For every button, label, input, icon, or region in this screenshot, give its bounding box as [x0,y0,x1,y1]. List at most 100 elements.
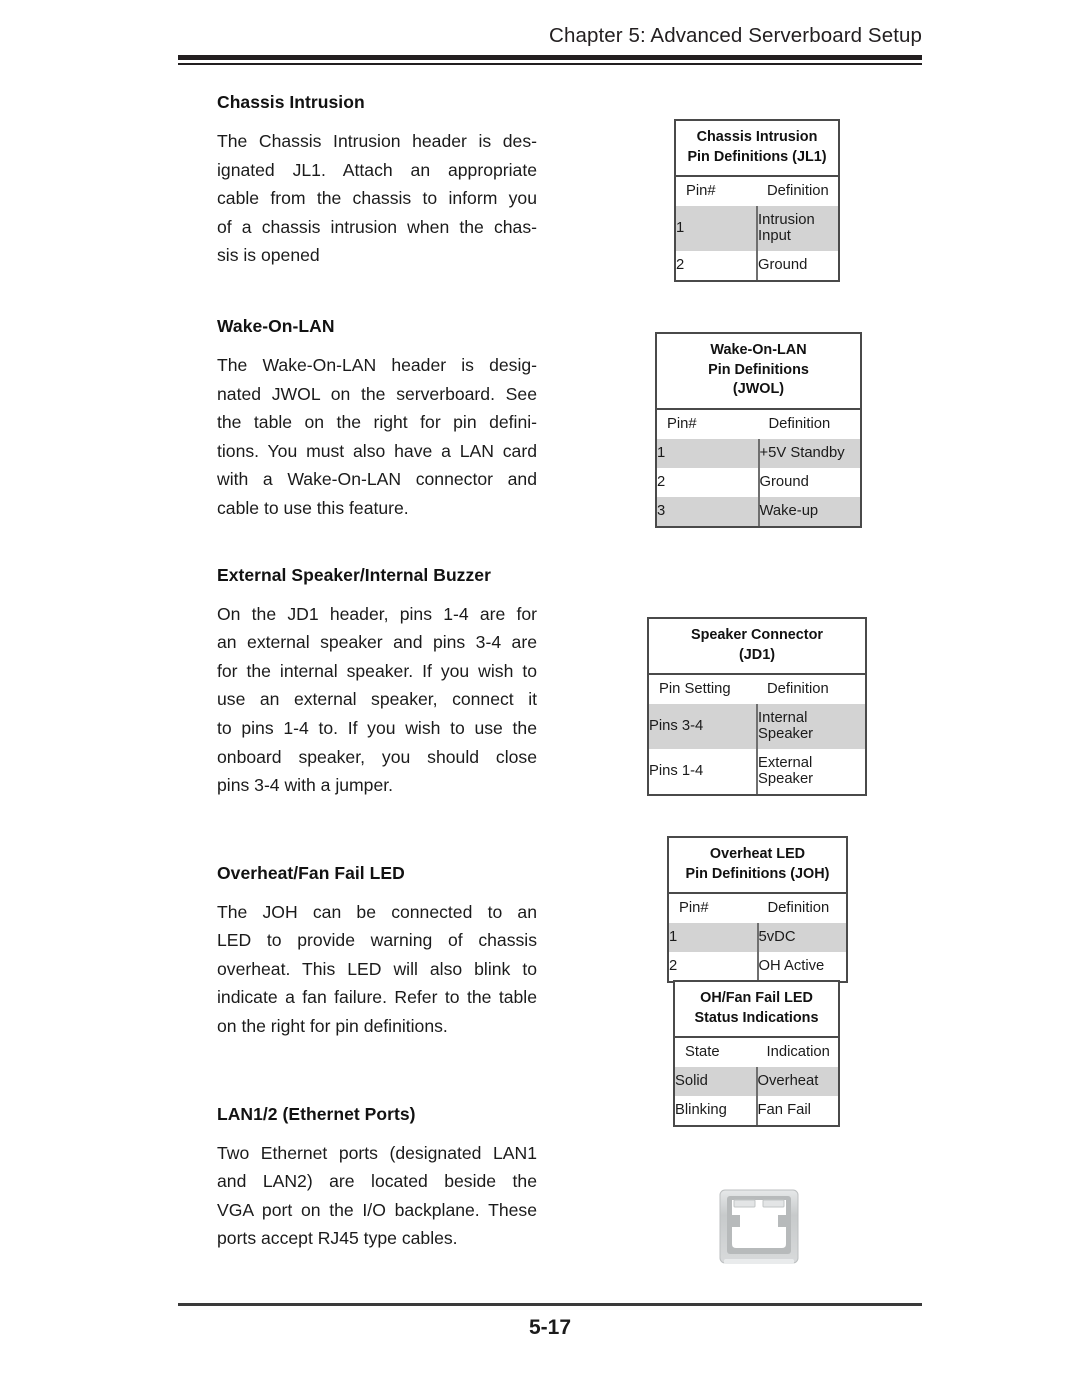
table-caption-row: Chassis Intrusion Pin Definitions (JL1) [676,121,838,177]
table-caption-row: Speaker Connector (JD1) [649,619,865,675]
text-line: cable to use this feature. [217,497,409,518]
text-line: Two Ethernet ports (designated LAN1 [217,1142,537,1163]
section-heading: External Speaker/Internal Buzzer [217,564,491,585]
text-line: an external speaker and pins 3-4 are [217,632,537,653]
header-rule-thin [178,63,922,65]
text-line: indicate a fan failure. Refer to the tab… [217,987,537,1008]
table-cell-definition: OH Active [756,952,846,981]
table-row: 1 5vDC [669,923,846,952]
text-line: to pins 1-4 to. If you wish to use the [217,717,537,738]
column-header: State [685,1044,720,1060]
column-header: Definition [767,681,829,697]
text-line: tions. You must also have a LAN card [217,440,537,461]
section-wake-on-lan: Wake-On-LAN The Wake-On-LAN header is de… [217,316,537,523]
section-paragraph: Two Ethernet ports (designated LAN1 and … [217,1139,537,1253]
table-row: 2 OH Active [669,952,846,981]
table-speaker-connector: Speaker Connector (JD1) Pin Setting Defi… [647,617,867,796]
table-caption-line: Wake-On-LAN [710,342,807,358]
column-header: Definition [767,900,830,916]
table-caption-row: Overheat LED Pin Definitions (JOH) [669,838,846,894]
table-cell-pin: 2 [669,958,678,974]
table-row: Solid Overheat [675,1067,838,1096]
text-line: onboard speaker, you should close [217,746,537,767]
text-line: ports accept RJ45 type cables. [217,1228,458,1249]
table-overheat-led: Overheat LED Pin Definitions (JOH) Pin# … [667,836,848,983]
table-cell-pin: 1 [657,438,759,468]
text-line: ignated JL1. Attach an appropriate [217,159,537,180]
table-column-header-row: State Indication [675,1037,838,1067]
table-chassis-intrusion: Chassis Intrusion Pin Definitions (JL1) … [674,119,840,282]
text-line: The Chassis Intrusion header is des- [217,131,537,151]
text-line: On the JD1 header, pins 1-4 are for [217,603,537,624]
text-line: overheat. This LED will also blink to [217,958,537,979]
text-line: The Wake-On-LAN header is desig- [217,354,537,375]
table-oh-fan-fail-led: OH/Fan Fail LED Status Indications State… [673,980,840,1127]
header-rule-thick [178,55,922,60]
table-column-header-row: Pin# Definition [669,893,846,923]
table-cell-definition: Ground [757,467,860,497]
column-header: Pin# [679,900,709,916]
table-cell-definition: Wake-up [757,496,860,526]
page-header: Chapter 5: Advanced Serverboard Setup [178,24,922,65]
table-caption-line: Status Indications [694,1009,819,1026]
section-paragraph: The Wake-On-LAN header is desig- nated J… [217,351,537,523]
table-cell-pin: 1 [676,206,757,251]
table-cell-indication: Overheat [755,1067,838,1096]
table-row: 1 +5V Standby [657,438,860,468]
section-paragraph: On the JD1 header, pins 1-4 are for an e… [217,600,537,800]
table-cell-definition: Internal Speaker [756,704,865,749]
column-header: Pin# [686,183,716,199]
table-caption-line: (JWOL) [732,381,785,397]
text-line: The JOH can be connected to an [217,901,537,922]
table-cell-pin: 1 [669,923,758,952]
document-page: Chapter 5: Advanced Serverboard Setup Ch… [0,0,1080,1397]
table-column-header-row: Pin Setting Definition [649,674,865,704]
text-line: pins 3-4 with a jumper. [217,775,394,796]
table-cell-definition: Intrusion Input [756,206,838,251]
table-caption-line: (JD1) [739,646,775,663]
table-row: Pins 3-4 Internal Speaker [649,704,865,749]
table-caption-row: Wake-On-LAN Pin Definitions (JWOL) [657,334,860,410]
table-row: 2 Ground [676,251,838,280]
table-caption-row: OH/Fan Fail LED Status Indications [675,982,838,1038]
table-cell-pin-setting: Pins 1-4 [649,763,704,779]
page-number: 5-17 [528,1316,572,1339]
chapter-title: Chapter 5: Advanced Serverboard Setup [549,24,922,47]
table-cell-state: Blinking [675,1102,727,1118]
table-cell-definition: 5vDC [756,923,846,952]
section-lan-ethernet-ports: LAN1/2 (Ethernet Ports) Two Ethernet por… [217,1104,537,1253]
section-chassis-intrusion: Chassis Intrusion The Chassis Intrusion … [217,92,537,270]
column-header: Definition [768,415,831,432]
table-caption-line: Speaker Connector [691,627,823,643]
table-row: Pins 1-4 External Speaker [649,749,865,794]
table-wake-on-lan: Wake-On-LAN Pin Definitions (JWOL) Pin# … [655,332,862,528]
text-line: use an external speaker, connect it [217,689,537,710]
table-caption-line: Overheat LED [709,846,806,862]
column-header: Definition [767,183,829,199]
table-row: 3 Wake-up [657,496,860,526]
text-line: VGA port on the I/O backplane. These [217,1199,537,1220]
section-paragraph: The JOH can be connected to an LED to pr… [217,898,537,1041]
table-cell-pin-setting: Pins 3-4 [649,704,757,749]
text-line: and LAN2) are located beside the [217,1171,537,1192]
section-heading: LAN1/2 (Ethernet Ports) [217,1103,416,1124]
table-cell-state: Solid [675,1067,757,1096]
column-header: Pin Setting [659,681,731,697]
body-text-column: Chassis Intrusion The Chassis Intrusion … [217,92,537,1253]
text-line: for the internal speaker. If you wish to [217,660,537,681]
table-cell-definition: Ground [756,251,838,280]
rj45-ethernet-port-figure [718,1189,800,1269]
section-overheat-fan-fail-led: Overheat/Fan Fail LED The JOH can be con… [217,863,537,1041]
table-cell-pin: 3 [657,496,759,526]
table-row: 2 Ground [657,467,860,497]
rj45-ethernet-port-icon [719,1189,799,1264]
column-header: Indication [766,1044,830,1060]
table-row: 1 Intrusion Input [676,206,838,251]
text-line: with a Wake-On-LAN connector and [217,469,537,490]
section-heading: Wake-On-LAN [217,315,335,336]
text-line: the table on the right for pin defini- [217,412,537,433]
